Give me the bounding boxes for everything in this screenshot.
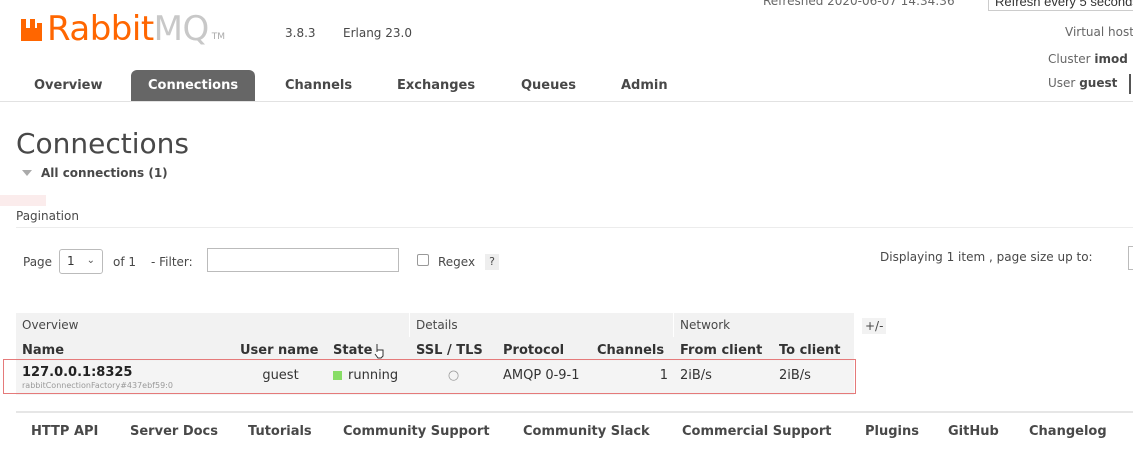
refreshed-timestamp: Refreshed 2020-06-07 14:34:36	[763, 0, 955, 8]
page-label: Page	[23, 255, 53, 269]
group-header-network: Network	[674, 313, 854, 337]
logo-tm-text: TM	[211, 32, 226, 42]
footer-divider	[16, 411, 1133, 413]
column-header-state[interactable]: State	[327, 337, 410, 361]
column-header-ssl-tls[interactable]: SSL / TLS	[410, 337, 497, 361]
column-toggle-button[interactable]: +/-	[862, 318, 887, 334]
footer-link-community-support[interactable]: Community Support	[343, 424, 490, 439]
highlight-marker	[0, 195, 46, 206]
hand-cursor-icon	[374, 344, 384, 359]
column-header-from-client[interactable]: From client	[674, 337, 773, 361]
footer-link-tutorials[interactable]: Tutorials	[248, 424, 312, 439]
rabbitmq-logo[interactable]: Rabbit MQ TM	[20, 6, 225, 46]
cluster-label: Cluster	[1048, 52, 1091, 66]
chevron-down-icon: ⌄	[86, 255, 95, 266]
all-connections-label: All connections (1)	[41, 166, 168, 180]
footer-link-github[interactable]: GitHub	[948, 424, 999, 439]
pagination-divider	[16, 227, 1133, 228]
regex-help-icon[interactable]: ?	[485, 254, 499, 270]
displaying-info: Displaying 1 item , page size up to:	[880, 250, 1093, 264]
version-label: 3.8.3	[285, 26, 316, 40]
pagination-heading[interactable]: Pagination	[16, 209, 79, 223]
page-select-value: 1	[67, 254, 75, 268]
footer-link-server-docs[interactable]: Server Docs	[130, 424, 218, 439]
collapse-triangle-icon	[22, 170, 32, 176]
column-header-name[interactable]: Name	[16, 337, 234, 361]
refresh-interval-select[interactable]: Refresh every 5 seconds	[988, 0, 1133, 11]
tab-connections[interactable]: Connections	[131, 70, 256, 102]
tab-exchanges[interactable]: Exchanges	[380, 70, 492, 102]
cluster-info: Cluster imod	[1048, 52, 1128, 66]
filter-input[interactable]	[207, 248, 399, 272]
column-header-user-name[interactable]: User name	[234, 337, 327, 361]
tab-channels[interactable]: Channels	[268, 70, 369, 102]
user-value: guest	[1079, 76, 1118, 90]
footer-link-community-slack[interactable]: Community Slack	[523, 424, 650, 439]
virtual-host-label: Virtual host	[1065, 25, 1133, 39]
tab-divider	[0, 101, 1133, 102]
footer-link-http-api[interactable]: HTTP API	[31, 424, 98, 439]
rabbit-logo-icon	[21, 19, 42, 41]
logo-rabbit-text: Rabbit	[47, 9, 154, 49]
erlang-version-label: Erlang 23.0	[343, 26, 412, 40]
tab-admin[interactable]: Admin	[604, 70, 685, 102]
filter-label: - Filter:	[151, 255, 193, 269]
column-header-protocol[interactable]: Protocol	[497, 337, 591, 361]
column-header-to-client[interactable]: To client	[773, 337, 854, 361]
user-label: User	[1048, 76, 1076, 90]
group-header-details: Details	[410, 313, 673, 337]
regex-checkbox[interactable]	[417, 254, 429, 266]
page-title: Connections	[16, 127, 190, 160]
user-info: User guest	[1048, 76, 1117, 90]
footer-link-plugins[interactable]: Plugins	[865, 424, 919, 439]
regex-label: Regex	[438, 255, 476, 269]
cluster-value: imod	[1094, 52, 1128, 66]
tab-overview[interactable]: Overview	[17, 70, 120, 102]
footer-link-commercial-support[interactable]: Commercial Support	[682, 424, 832, 439]
footer-link-changelog[interactable]: Changelog	[1029, 424, 1107, 439]
page-count-label: of 1	[113, 255, 137, 269]
all-connections-toggle[interactable]: All connections (1)	[22, 166, 168, 180]
page-select[interactable]: 1 ⌄	[59, 249, 103, 274]
row-highlight-box	[3, 359, 856, 394]
tab-queues[interactable]: Queues	[504, 70, 593, 102]
page-size-input[interactable]	[1128, 246, 1133, 270]
group-header-overview: Overview	[16, 313, 409, 337]
column-header-channels[interactable]: Channels	[591, 337, 674, 361]
logout-button-edge[interactable]	[1129, 74, 1131, 94]
logo-mq-text: MQ	[153, 9, 210, 49]
